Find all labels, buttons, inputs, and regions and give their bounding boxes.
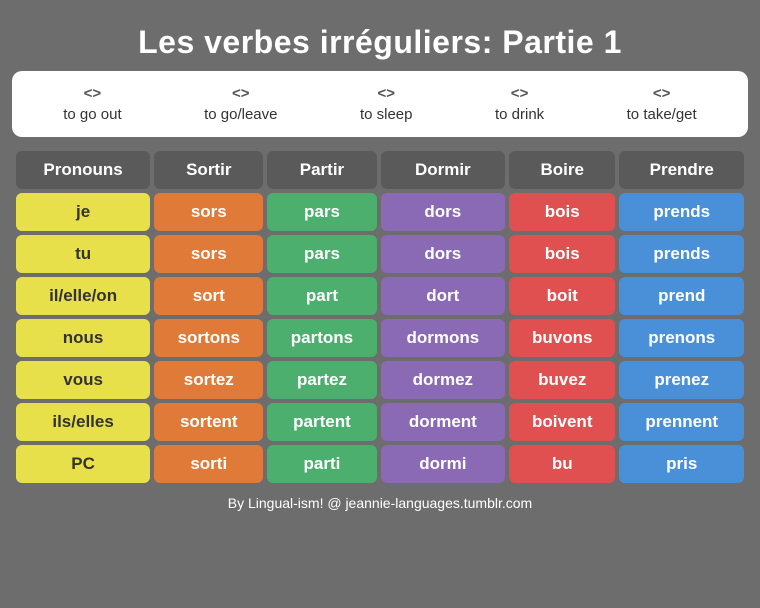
table-row: tusorsparsdorsboisprends: [16, 235, 744, 273]
table-cell: sort: [154, 277, 263, 315]
table-cell: prennent: [619, 403, 744, 441]
table-header-cell: Partir: [267, 151, 376, 189]
table-cell: pris: [619, 445, 744, 483]
table-cell: dorment: [381, 403, 505, 441]
table-cell: boit: [509, 277, 615, 315]
table-cell: bois: [509, 193, 615, 231]
verb-intro-item: <> to go out: [63, 85, 121, 123]
table-cell: prenez: [619, 361, 744, 399]
table-cell: dort: [381, 277, 505, 315]
table-cell: sorti: [154, 445, 263, 483]
table-row: ils/ellessortentpartentdormentboiventpre…: [16, 403, 744, 441]
verb-intro-item: <> to drink: [495, 85, 544, 123]
table-cell: sors: [154, 193, 263, 231]
verb-meaning: to take/get: [627, 106, 697, 123]
table-cell: sortons: [154, 319, 263, 357]
table-row: voussortezpartezdormezbuvezprenez: [16, 361, 744, 399]
verb-intro-item: <> to go/leave: [204, 85, 277, 123]
table-cell: bu: [509, 445, 615, 483]
table-cell: partent: [267, 403, 376, 441]
table-cell: pars: [267, 193, 376, 231]
verb-meaning: to sleep: [360, 106, 413, 123]
table-cell: buvons: [509, 319, 615, 357]
verb-name: <>: [627, 85, 697, 102]
table-header-cell: Pronouns: [16, 151, 150, 189]
table-cell: bois: [509, 235, 615, 273]
table-cell: il/elle/on: [16, 277, 150, 315]
footer: By Lingual-ism! @ jeannie-languages.tumb…: [228, 495, 532, 511]
table-cell: dormons: [381, 319, 505, 357]
verb-name: <>: [204, 85, 277, 102]
table-cell: buvez: [509, 361, 615, 399]
table-cell: sortez: [154, 361, 263, 399]
table-cell: ils/elles: [16, 403, 150, 441]
table-cell: prenons: [619, 319, 744, 357]
table-cell: partons: [267, 319, 376, 357]
table-header-cell: Sortir: [154, 151, 263, 189]
verb-name: <>: [63, 85, 121, 102]
table-cell: partez: [267, 361, 376, 399]
table-header-row: PronounsSortirPartirDormirBoirePrendre: [16, 151, 744, 189]
table-row: jesorsparsdorsboisprends: [16, 193, 744, 231]
table-cell: parti: [267, 445, 376, 483]
table-header-cell: Boire: [509, 151, 615, 189]
table-cell: prends: [619, 193, 744, 231]
verb-name: <>: [495, 85, 544, 102]
table-cell: dors: [381, 235, 505, 273]
table-cell: vous: [16, 361, 150, 399]
table-cell: sors: [154, 235, 263, 273]
table-cell: tu: [16, 235, 150, 273]
table-cell: prends: [619, 235, 744, 273]
table-cell: dormez: [381, 361, 505, 399]
table-cell: boivent: [509, 403, 615, 441]
table-cell: prend: [619, 277, 744, 315]
verb-intro-item: <> to sleep: [360, 85, 413, 123]
verb-intro-box: <> to go out <> to go/leave <> to sleep <> to d…: [12, 71, 748, 137]
table-cell: dors: [381, 193, 505, 231]
table-cell: part: [267, 277, 376, 315]
table-header-cell: Prendre: [619, 151, 744, 189]
verb-name: <>: [360, 85, 413, 102]
table-cell: dormi: [381, 445, 505, 483]
conjugation-table: PronounsSortirPartirDormirBoirePrendre j…: [12, 147, 748, 487]
table-cell: je: [16, 193, 150, 231]
page-title: Les verbes irréguliers: Partie 1: [12, 24, 748, 61]
table-cell: PC: [16, 445, 150, 483]
verb-meaning: to go out: [63, 106, 121, 123]
table-row: noussortonspartonsdormonsbuvonsprenons: [16, 319, 744, 357]
verb-meaning: to go/leave: [204, 106, 277, 123]
verb-meaning: to drink: [495, 106, 544, 123]
table-row: il/elle/onsortpartdortboitprend: [16, 277, 744, 315]
table-header-cell: Dormir: [381, 151, 505, 189]
verb-intro-item: <> to take/get: [627, 85, 697, 123]
table-cell: nous: [16, 319, 150, 357]
table-row: PCsortipartidormibupris: [16, 445, 744, 483]
table-cell: pars: [267, 235, 376, 273]
table-body: jesorsparsdorsboisprendstusorsparsdorsbo…: [16, 193, 744, 483]
table-cell: sortent: [154, 403, 263, 441]
title-bar: Les verbes irréguliers: Partie 1: [12, 12, 748, 71]
